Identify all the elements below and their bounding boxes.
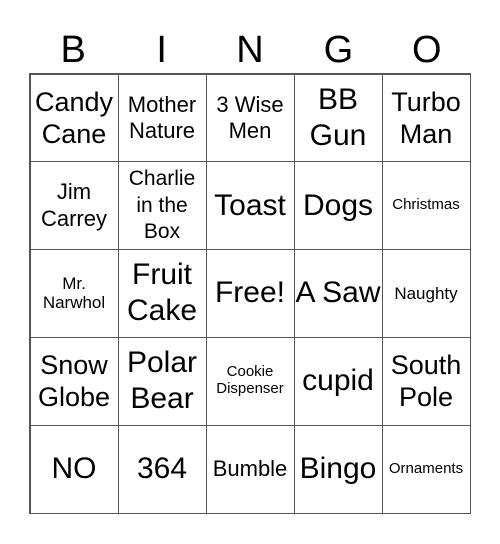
header-letter-b: B <box>60 29 86 71</box>
bingo-cell[interactable]: Bingo <box>293 424 383 514</box>
bingo-cell[interactable]: Christmas <box>381 161 471 251</box>
bingo-cell[interactable]: A Saw <box>293 249 383 338</box>
bingo-cell[interactable]: Dogs <box>293 161 383 251</box>
bingo-grid: Candy Cane Mother Nature 3 Wise Men BB Gun T… <box>29 73 471 514</box>
bingo-cell[interactable]: Charlie in the Box <box>117 161 207 251</box>
bingo-cell[interactable]: Cookie Dispenser <box>205 336 295 426</box>
bingo-cell-label: Christmas <box>392 196 460 214</box>
bingo-cell-label: Ornaments <box>388 459 464 477</box>
bingo-cell[interactable]: Free! <box>205 249 295 338</box>
header-letter-i: I <box>156 29 167 71</box>
bingo-cell-label: Mr. Narwhol <box>42 274 106 313</box>
header-letter-o: O <box>412 29 442 71</box>
bingo-cell[interactable]: Naughty <box>381 249 471 338</box>
bingo-cell[interactable]: Polar Bear <box>117 336 207 426</box>
bingo-cell[interactable]: 364 <box>117 424 207 514</box>
bingo-cell[interactable]: NO <box>29 424 119 514</box>
bingo-cell-label: Jim Carrey <box>40 179 107 231</box>
bingo-cell-label: Toast <box>214 188 286 222</box>
bingo-cell[interactable]: Candy Cane <box>29 73 119 163</box>
bingo-cell[interactable]: Jim Carrey <box>29 161 119 251</box>
bingo-cell-label: Naughty <box>394 283 458 303</box>
bingo-cell-label: Charlie in the Box <box>128 167 196 243</box>
bingo-cell-label: cupid <box>302 364 374 398</box>
bingo-cell-label: A Saw <box>295 276 381 310</box>
header-letter-g: G <box>323 29 354 71</box>
bingo-cell[interactable]: cupid <box>293 336 383 426</box>
bingo-cell-label: BB Gun <box>309 82 367 152</box>
bingo-cell-label: South Pole <box>390 349 462 413</box>
bingo-cell-label: Bumble <box>212 455 288 481</box>
bingo-cell-label: Mother Nature <box>127 91 197 143</box>
bingo-cell[interactable]: Mother Nature <box>117 73 207 163</box>
bingo-cell-label: Turbo Man <box>391 86 461 149</box>
bingo-cell-label: Fruit Cake <box>126 258 198 328</box>
bingo-cell-label: Snow Globe <box>37 349 111 413</box>
bingo-cell[interactable]: South Pole <box>381 336 471 426</box>
bingo-cell[interactable]: Bumble <box>205 424 295 514</box>
bingo-cell[interactable]: Snow Globe <box>29 336 119 426</box>
bingo-cell-label: Cookie Dispenser <box>216 363 284 398</box>
bingo-cell-label: 3 Wise Men <box>216 91 284 143</box>
bingo-cell-label: Dogs <box>302 188 374 222</box>
bingo-cell-label: NO <box>51 452 97 486</box>
bingo-cell-label: Candy Cane <box>34 86 114 149</box>
bingo-cell-label: 364 <box>136 452 188 486</box>
bingo-header: B I N G O <box>29 28 471 72</box>
bingo-cell[interactable]: Toast <box>205 161 295 251</box>
bingo-cell-label: Polar Bear <box>126 346 198 416</box>
bingo-cell-label: Free! <box>214 276 286 310</box>
bingo-cell[interactable]: Turbo Man <box>381 73 471 163</box>
bingo-cell[interactable]: BB Gun <box>293 73 383 163</box>
bingo-cell[interactable]: Fruit Cake <box>117 249 207 338</box>
bingo-cell[interactable]: Mr. Narwhol <box>29 249 119 338</box>
bingo-cell-label: Bingo <box>299 452 377 486</box>
header-letter-n: N <box>236 29 264 71</box>
bingo-cell[interactable]: 3 Wise Men <box>205 73 295 163</box>
bingo-cell[interactable]: Ornaments <box>381 424 471 514</box>
